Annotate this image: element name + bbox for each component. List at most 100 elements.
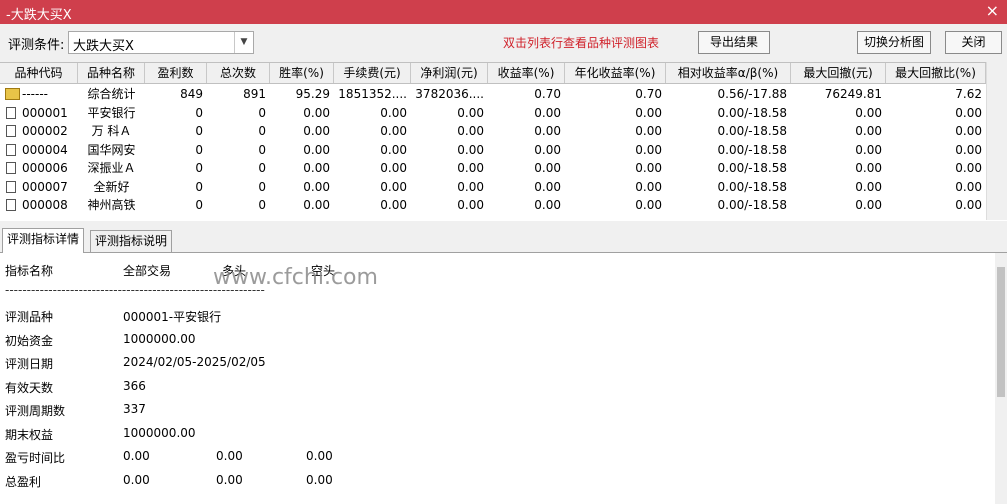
cell-alpha: 0.00/-18.58 [717, 198, 787, 212]
cell-net: 0.00 [457, 105, 484, 120]
close-icon[interactable]: × [986, 1, 999, 20]
window-title: -大跌大买X [6, 8, 72, 23]
header-alpha[interactable]: 相对收益率α/β(%) [666, 63, 791, 83]
cell-profit: 0 [195, 198, 203, 212]
cell-ret: 0.00 [534, 142, 561, 157]
cell-fee: 0.00 [380, 179, 407, 194]
table-scrollbar[interactable] [986, 62, 1007, 220]
cell-fee: 0.00 [380, 161, 407, 175]
cell-fee: 0.00 [380, 142, 407, 157]
detail-label: 初始资金 [5, 333, 54, 348]
cell-annual: 0.00 [635, 161, 662, 175]
cell-name: 全新好 [93, 179, 130, 194]
header-net[interactable]: 净利润(元) [411, 63, 488, 83]
cell-ret: 0.00 [534, 105, 561, 120]
cell-ddr: 0.00 [955, 105, 982, 120]
header-fee[interactable]: 手续费(元) [334, 63, 411, 83]
cell-alpha: 0.00/-18.58 [717, 161, 787, 175]
cell-win: 0.00 [303, 161, 330, 175]
header-drawdown-ratio[interactable]: 最大回撤比(%) [886, 63, 986, 83]
cell-ddr: 0.00 [955, 124, 982, 138]
close-button[interactable]: 关闭 [945, 31, 1002, 54]
cell-ddr: 0.00 [955, 161, 982, 175]
chevron-down-icon[interactable]: ▼ [234, 32, 253, 53]
cell-alpha: 0.00/-18.58 [717, 179, 787, 194]
header-code[interactable]: 品种代码 [0, 63, 78, 83]
detail-scrollbar[interactable] [995, 253, 1007, 504]
cell-ddr: 7.62 [955, 87, 982, 101]
cell-annual: 0.00 [635, 105, 662, 120]
header-total[interactable]: 总次数 [207, 63, 270, 83]
toolbar: 评测条件: 大跌大买X ▼ 双击列表行查看品种评测图表 导出结果 切换分析图 关… [0, 24, 1007, 62]
cell-ret: 0.00 [534, 161, 561, 175]
detail-v2: 0.00 [216, 472, 243, 487]
cell-name: 平安银行 [87, 105, 136, 120]
cell-alpha: 0.56/-17.88 [717, 87, 787, 101]
header-annual[interactable]: 年化收益率(%) [565, 63, 666, 83]
tab-detail[interactable]: 评测指标详情 [2, 228, 85, 253]
table-row[interactable]: ------ 综合统计 849 891 95.29 1851352.... 3782036.… [0, 85, 985, 103]
title-bar: -大跌大买X × [0, 0, 1007, 24]
table-row[interactable]: 000007 全新好 0 0 0.00 0.00 0.00 0.00 0.00 0.00/-18.… [0, 178, 985, 196]
cell-net: 0.00 [457, 198, 484, 212]
detail-label: 盈亏时间比 [5, 451, 66, 465]
cell-annual: 0.00 [635, 179, 662, 194]
cell-code: 000006 [22, 161, 68, 175]
cell-net: 0.00 [457, 124, 484, 138]
table-row[interactable]: 000002 万 科Ａ 0 0 0.00 0.00 0.00 0.00 0.00 0.00/-18… [0, 122, 985, 140]
detail-v3: 0.00 [306, 449, 333, 463]
cell-net: 0.00 [457, 179, 484, 194]
switch-chart-button[interactable]: 切换分析图 [857, 31, 931, 54]
detail-v1: 366 [123, 378, 146, 393]
cell-total: 0 [258, 124, 266, 138]
detail-v1: 337 [123, 402, 146, 416]
cell-ddr: 0.00 [955, 142, 982, 157]
results-table: 品种代码 品种名称 盈利数 总次数 胜率(%) 手续费(元) 净利润(元) 收益… [0, 62, 1007, 221]
cell-dd: 0.00 [855, 161, 882, 175]
cell-profit: 0 [195, 161, 203, 175]
cell-dd: 0.00 [855, 124, 882, 138]
cell-dd: 0.00 [855, 142, 882, 157]
cell-annual: 0.00 [635, 124, 662, 138]
table-row[interactable]: 000006 深振业Ａ 0 0 0.00 0.00 0.00 0.00 0.00 0.00/-18… [0, 159, 985, 177]
cell-profit: 0 [195, 142, 203, 157]
cell-fee: 0.00 [380, 124, 407, 138]
table-row[interactable]: 000008 神州高铁 0 0 0.00 0.00 0.00 0.00 0.00 0.00/-18… [0, 196, 985, 214]
watermark: www.cfchi.com [213, 265, 378, 290]
cell-name: 综合统计 [87, 87, 136, 101]
cell-total: 0 [258, 179, 266, 194]
cell-name: 神州高铁 [87, 198, 136, 212]
cell-alpha: 0.00/-18.58 [717, 124, 787, 138]
cell-profit: 0 [195, 124, 203, 138]
cell-code: 000007 [22, 179, 68, 194]
export-button[interactable]: 导出结果 [698, 31, 770, 54]
cell-total: 891 [243, 87, 266, 101]
header-winrate[interactable]: 胜率(%) [270, 63, 334, 83]
cell-fee: 0.00 [380, 198, 407, 212]
cell-net: 0.00 [457, 142, 484, 157]
cell-code: ------ [22, 87, 48, 101]
cell-total: 0 [258, 198, 266, 212]
header-drawdown[interactable]: 最大回撤(元) [791, 63, 886, 83]
table-row[interactable]: 000004 国华网安 0 0 0.00 0.00 0.00 0.00 0.00 0.00/-18… [0, 141, 985, 159]
detail-v3: 0.00 [306, 472, 333, 487]
header-name[interactable]: 品种名称 [78, 63, 145, 83]
cell-win: 0.00 [303, 179, 330, 194]
header-profit[interactable]: 盈利数 [145, 63, 207, 83]
cell-code: 000001 [22, 105, 68, 120]
tab-explanation[interactable]: 评测指标说明 [90, 230, 173, 252]
table-row[interactable]: 000001 平安银行 0 0 0.00 0.00 0.00 0.00 0.00 0.00/-18… [0, 104, 985, 122]
cell-dd: 0.00 [855, 198, 882, 212]
cell-alpha: 0.00/-18.58 [717, 142, 787, 157]
detail-label: 评测周期数 [5, 404, 66, 418]
criteria-select[interactable]: 大跌大买X ▼ [68, 31, 254, 54]
detail-header-all: 全部交易 [123, 264, 172, 278]
cell-win: 0.00 [303, 198, 330, 212]
cell-profit: 849 [180, 87, 203, 101]
cell-name: 国华网安 [87, 142, 136, 157]
detail-label: 评测日期 [5, 357, 54, 371]
cell-name: 万 科Ａ [91, 124, 132, 138]
header-return[interactable]: 收益率(%) [488, 63, 565, 83]
scrollbar-thumb[interactable] [997, 267, 1005, 397]
cell-ret: 0.70 [534, 87, 561, 101]
